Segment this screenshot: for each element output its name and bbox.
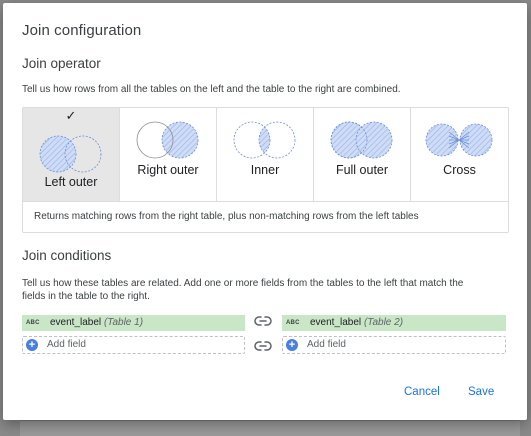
join-conditions-description-2: fields in the table to the right. xyxy=(22,291,150,302)
full-outer-join-icon xyxy=(330,121,393,159)
join-operator-right-outer[interactable]: Right outer xyxy=(120,108,217,201)
join-operator-heading: Join operator xyxy=(22,56,101,71)
inner-join-icon xyxy=(233,121,296,159)
link-icon[interactable] xyxy=(254,315,272,327)
add-icon: + xyxy=(286,339,298,351)
join-conditions-heading: Join conditions xyxy=(22,248,112,263)
dialog-title: Join configuration xyxy=(22,22,142,39)
background-app xyxy=(20,420,520,436)
join-conditions-description-1: Tell us how these tables are related. Ad… xyxy=(22,278,464,289)
join-operator-cross[interactable]: Cross xyxy=(411,108,508,201)
join-configuration-dialog: Join configuration Join operator Tell us… xyxy=(3,3,527,420)
right-outer-label: Right outer xyxy=(137,163,199,177)
right-outer-join-icon xyxy=(136,121,199,159)
left-outer-join-icon xyxy=(39,135,102,173)
cross-label: Cross xyxy=(443,163,476,177)
right-join-field[interactable]: ABC event_label (Table 2) xyxy=(282,315,506,331)
check-icon: ✓ xyxy=(65,108,77,123)
join-operator-full-outer[interactable]: Full outer xyxy=(314,108,411,201)
inner-label: Inner xyxy=(250,163,280,177)
text-type-icon: ABC xyxy=(26,320,40,326)
right-field-name: event_label xyxy=(310,317,362,328)
right-add-field-button[interactable]: + Add field xyxy=(282,336,506,354)
left-join-field[interactable]: ABC event_label (Table 1) xyxy=(22,315,245,331)
join-operator-inner[interactable]: Inner xyxy=(217,108,314,201)
join-operator-description: Tell us how rows from all the tables on … xyxy=(22,84,401,95)
join-operator-panel: ✓ Left outer Right outer Inner Full oute… xyxy=(22,107,509,233)
left-field-table: (Table 1) xyxy=(103,317,144,328)
left-outer-label: Left outer xyxy=(44,175,98,189)
cancel-button[interactable]: Cancel xyxy=(404,386,440,398)
link-icon[interactable] xyxy=(254,340,272,352)
add-icon: + xyxy=(26,339,38,351)
right-add-field-label: Add field xyxy=(307,339,346,350)
join-operator-left-outer[interactable]: ✓ Left outer xyxy=(23,108,120,201)
left-add-field-button[interactable]: + Add field xyxy=(22,336,245,354)
save-button[interactable]: Save xyxy=(468,386,494,398)
selected-operator-description: Returns matching rows from the right tab… xyxy=(23,201,508,232)
left-field-name: event_label xyxy=(50,317,102,328)
full-outer-label: Full outer xyxy=(335,163,389,177)
right-field-table: (Table 2) xyxy=(363,317,404,328)
left-add-field-label: Add field xyxy=(47,339,86,350)
text-type-icon: ABC xyxy=(286,320,300,326)
cross-join-icon xyxy=(425,123,493,157)
